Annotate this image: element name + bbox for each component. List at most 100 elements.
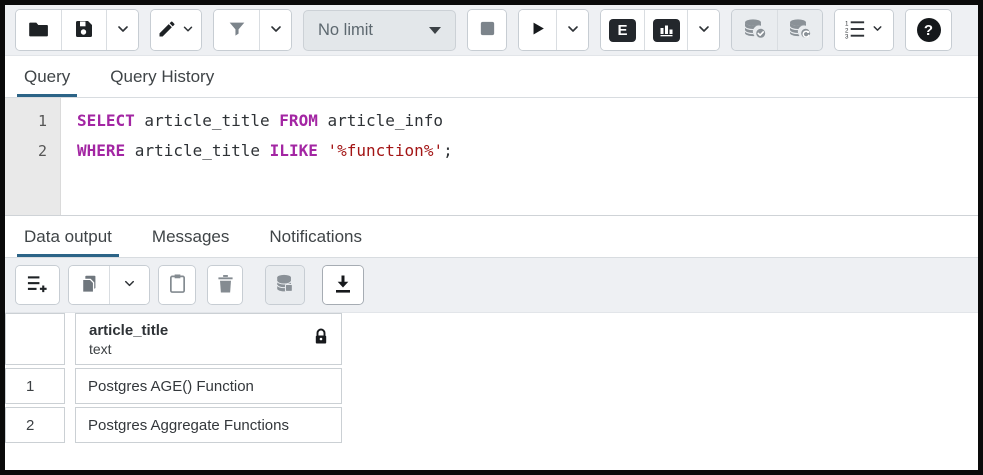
sql-token-keyword: ILIKE: [270, 141, 318, 160]
sql-token-plain: article_title: [135, 111, 280, 130]
editor-lines[interactable]: SELECT article_title FROM article_infoWH…: [61, 98, 978, 215]
stop-button-group: [467, 9, 507, 51]
save-data-group: [265, 265, 305, 305]
help-button[interactable]: ?: [906, 10, 951, 50]
clipboard-icon: [168, 273, 187, 297]
chevron-down-icon: [122, 276, 137, 294]
help-icon: ?: [917, 18, 941, 42]
open-file-button[interactable]: [16, 10, 61, 50]
trash-icon: [217, 274, 234, 297]
grid-cell-article-title[interactable]: Postgres AGE() Function: [75, 368, 342, 404]
query-tabbar: Query Query History: [5, 56, 978, 98]
execute-button-group: [518, 9, 589, 51]
explain-analyze-button[interactable]: [644, 10, 687, 50]
copy-group: [68, 265, 150, 305]
save-file-button[interactable]: [61, 10, 106, 50]
add-row-button[interactable]: [16, 266, 59, 304]
edit-button-group: [150, 9, 202, 51]
data-output-panel: article_title text 1 Postgres AGE() Funct…: [5, 313, 978, 470]
filter-dropdown-button[interactable]: [259, 10, 291, 50]
paste-button[interactable]: [159, 266, 195, 304]
explain-analyze-chart-icon: [653, 19, 680, 42]
add-row-group: [15, 265, 60, 305]
tab-query-history[interactable]: Query History: [103, 56, 221, 97]
delete-group: [207, 265, 243, 305]
copy-icon: [78, 273, 100, 298]
sql-token-plain: article_info: [318, 111, 443, 130]
macros-button[interactable]: 123: [835, 10, 893, 50]
row-number-cell[interactable]: 1: [5, 368, 65, 404]
filter-button[interactable]: [214, 10, 259, 50]
chevron-down-icon: [871, 22, 884, 38]
tab-query-label: Query: [24, 67, 70, 87]
stop-button[interactable]: [468, 10, 506, 50]
filter-button-group: [213, 9, 292, 51]
row-limit-select[interactable]: No limit: [303, 10, 456, 51]
edit-button[interactable]: [151, 10, 201, 50]
tab-messages-label: Messages: [152, 227, 229, 247]
output-tabbar: Data output Messages Notifications: [5, 216, 978, 258]
tab-messages[interactable]: Messages: [145, 216, 236, 257]
download-icon: [333, 273, 353, 298]
commit-button[interactable]: [732, 10, 777, 50]
delete-row-button[interactable]: [208, 266, 242, 304]
chevron-down-icon: [115, 21, 131, 40]
execute-button[interactable]: [519, 10, 556, 50]
help-button-group: ?: [905, 9, 952, 51]
line-number: 1: [5, 106, 60, 136]
pencil-icon: [157, 19, 177, 42]
sql-token-plain: article_title: [125, 141, 270, 160]
execute-dropdown-button[interactable]: [556, 10, 588, 50]
svg-text:3: 3: [845, 33, 849, 38]
code-line[interactable]: SELECT article_title FROM article_info: [77, 106, 978, 136]
download-button[interactable]: [323, 266, 363, 304]
filter-funnel-icon: [226, 18, 248, 43]
download-group: [322, 265, 364, 305]
query-tool-window: No limit: [5, 5, 978, 470]
sql-token-keyword: WHERE: [77, 141, 125, 160]
sql-token-keyword: FROM: [279, 111, 318, 130]
add-row-icon: [26, 273, 49, 298]
sql-token-string: '%function%': [327, 141, 443, 160]
explain-button[interactable]: E: [601, 10, 644, 50]
results-toolbar: [5, 258, 978, 313]
chevron-down-icon: [565, 21, 581, 40]
sql-token-keyword: SELECT: [77, 111, 135, 130]
tab-data-output[interactable]: Data output: [17, 216, 119, 257]
copy-button[interactable]: [69, 266, 109, 304]
sql-token-plain: ;: [443, 141, 453, 160]
tab-data-output-label: Data output: [24, 227, 112, 247]
query-toolbar: No limit: [5, 5, 978, 56]
tab-notifications-label: Notifications: [269, 227, 362, 247]
explain-dropdown-button[interactable]: [687, 10, 719, 50]
file-button-group: [15, 9, 139, 51]
chevron-down-icon: [696, 21, 712, 40]
tab-notifications[interactable]: Notifications: [262, 216, 369, 257]
editor-gutter: 12: [5, 98, 61, 215]
transaction-button-group: [731, 9, 823, 51]
row-limit-value: No limit: [318, 21, 373, 40]
copy-dropdown-button[interactable]: [109, 266, 149, 304]
save-dropdown-button[interactable]: [106, 10, 138, 50]
folder-open-icon: [27, 17, 51, 44]
chevron-down-icon: [268, 21, 284, 40]
tab-query[interactable]: Query: [17, 56, 77, 97]
column-header-article-title[interactable]: article_title text: [75, 313, 342, 365]
sql-editor[interactable]: 12 SELECT article_title FROM article_inf…: [5, 98, 978, 216]
rollback-database-icon: [787, 17, 813, 44]
window-frame: No limit: [0, 0, 983, 475]
numbered-list-icon: 123: [844, 19, 867, 42]
result-grid: article_title text 1 Postgres AGE() Funct…: [5, 313, 978, 443]
line-number: 2: [5, 136, 60, 166]
chevron-down-icon: [181, 22, 195, 39]
row-number-header[interactable]: [5, 313, 65, 365]
rollback-button[interactable]: [777, 10, 822, 50]
lock-icon: [314, 328, 328, 350]
grid-cell-article-title[interactable]: Postgres Aggregate Functions: [75, 407, 342, 443]
explain-button-group: E: [600, 9, 720, 51]
stop-icon: [478, 19, 497, 41]
code-line[interactable]: WHERE article_title ILIKE '%function%';: [77, 136, 978, 166]
save-data-changes-button[interactable]: [266, 266, 304, 304]
commit-database-icon: [742, 17, 768, 44]
row-number-cell[interactable]: 2: [5, 407, 65, 443]
